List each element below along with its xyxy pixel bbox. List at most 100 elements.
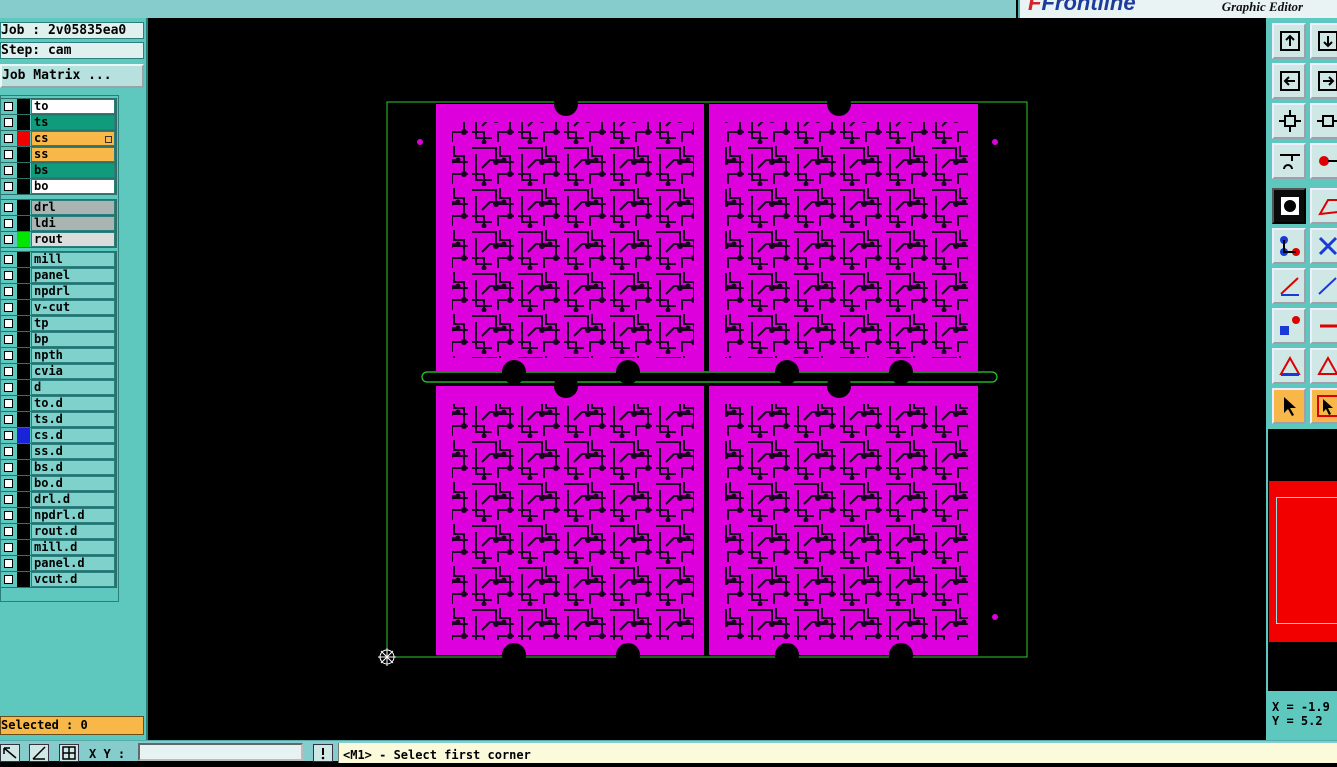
- layer-row-vcut-d[interactable]: vcut.d: [1, 572, 115, 587]
- display-mode-icon[interactable]: [1272, 188, 1306, 224]
- layer-checkbox[interactable]: [4, 134, 13, 143]
- layer-name[interactable]: bp: [31, 332, 115, 347]
- layer-checkbox[interactable]: [4, 399, 13, 408]
- layer-checkbox[interactable]: [4, 118, 13, 127]
- layer-row-mill-d[interactable]: mill.d: [1, 540, 115, 555]
- layer-color-swatch[interactable]: [17, 556, 30, 571]
- connect-icon[interactable]: [1272, 228, 1306, 264]
- layer-name[interactable]: ts: [31, 115, 115, 130]
- layer-color-swatch[interactable]: [17, 508, 30, 523]
- layer-row-bp[interactable]: bp: [1, 332, 115, 347]
- layer-name[interactable]: panel.d: [31, 556, 115, 571]
- dash-icon[interactable]: [1310, 308, 1337, 344]
- layer-checkbox[interactable]: [4, 287, 13, 296]
- layer-row-bs-d[interactable]: bs.d: [1, 460, 115, 475]
- layer-row-bo[interactable]: bo: [1, 179, 115, 194]
- layer-color-swatch[interactable]: [17, 476, 30, 491]
- layer-row-rout-d[interactable]: rout.d: [1, 524, 115, 539]
- angle-tool-icon[interactable]: [29, 744, 49, 762]
- layer-name[interactable]: cs: [31, 131, 115, 146]
- layer-name[interactable]: drl.d: [31, 492, 115, 507]
- layer-name[interactable]: ts.d: [31, 412, 115, 427]
- layer-color-swatch[interactable]: [17, 348, 30, 363]
- layer-color-swatch[interactable]: [17, 252, 30, 267]
- layer-checkbox[interactable]: [4, 543, 13, 552]
- triangle-alt-icon[interactable]: [1310, 348, 1337, 384]
- layer-name[interactable]: bo: [31, 179, 115, 194]
- layer-name[interactable]: bo.d: [31, 476, 115, 491]
- layer-checkbox[interactable]: [4, 415, 13, 424]
- layer-row-npth[interactable]: npth: [1, 348, 115, 363]
- triangle-icon[interactable]: [1272, 348, 1306, 384]
- info-icon[interactable]: [313, 744, 333, 762]
- layer-color-swatch[interactable]: [17, 163, 30, 178]
- layer-name[interactable]: to: [31, 99, 115, 114]
- layer-color-swatch[interactable]: [17, 572, 30, 587]
- layer-checkbox[interactable]: [4, 203, 13, 212]
- layer-name[interactable]: to.d: [31, 396, 115, 411]
- move-left-icon[interactable]: [1272, 63, 1306, 99]
- layer-color-swatch[interactable]: [17, 444, 30, 459]
- pad-select-icon[interactable]: [1272, 308, 1306, 344]
- layer-row-cs-d[interactable]: cs.d: [1, 428, 115, 443]
- layer-checkbox[interactable]: [4, 102, 13, 111]
- layer-row-cvia[interactable]: cvia: [1, 364, 115, 379]
- layer-name[interactable]: ss.d: [31, 444, 115, 459]
- layer-color-swatch[interactable]: [17, 316, 30, 331]
- layer-checkbox[interactable]: [4, 235, 13, 244]
- layer-checkbox[interactable]: [4, 383, 13, 392]
- pointer-icon[interactable]: [1272, 388, 1306, 424]
- corner-tool-icon[interactable]: [0, 744, 20, 762]
- layer-color-swatch[interactable]: [17, 460, 30, 475]
- layer-checkbox[interactable]: [4, 319, 13, 328]
- move-right-icon[interactable]: [1310, 63, 1337, 99]
- layer-row-npdrl-d[interactable]: npdrl.d: [1, 508, 115, 523]
- layer-row-ts[interactable]: ts: [1, 115, 115, 130]
- layer-row-ss-d[interactable]: ss.d: [1, 444, 115, 459]
- layer-color-swatch[interactable]: [17, 99, 30, 114]
- layer-checkbox[interactable]: [4, 351, 13, 360]
- graphic-canvas[interactable]: [148, 18, 1266, 740]
- layer-row-tp[interactable]: tp: [1, 316, 115, 331]
- layer-color-swatch[interactable]: [17, 131, 30, 146]
- layer-name[interactable]: bs.d: [31, 460, 115, 475]
- layer-name[interactable]: npdrl.d: [31, 508, 115, 523]
- layer-checkbox[interactable]: [4, 255, 13, 264]
- layer-row-d[interactable]: d: [1, 380, 115, 395]
- layer-row-rout[interactable]: rout: [1, 232, 115, 247]
- layer-row-v-cut[interactable]: v-cut: [1, 300, 115, 315]
- layer-checkbox[interactable]: [4, 559, 13, 568]
- layer-color-swatch[interactable]: [17, 492, 30, 507]
- layer-name[interactable]: cvia: [31, 364, 115, 379]
- layer-checkbox[interactable]: [4, 219, 13, 228]
- layer-name[interactable]: vcut.d: [31, 572, 115, 587]
- layer-color-swatch[interactable]: [17, 396, 30, 411]
- layer-row-drl[interactable]: drl: [1, 200, 115, 215]
- xy-input[interactable]: [138, 743, 303, 761]
- layer-name[interactable]: ss: [31, 147, 115, 162]
- layer-color-swatch[interactable]: [17, 524, 30, 539]
- layer-row-bo-d[interactable]: bo.d: [1, 476, 115, 491]
- move-up-icon[interactable]: [1272, 23, 1306, 59]
- layer-name[interactable]: tp: [31, 316, 115, 331]
- layer-row-cs[interactable]: cs: [1, 131, 115, 146]
- layer-name[interactable]: cs.d: [31, 428, 115, 443]
- layer-color-swatch[interactable]: [17, 147, 30, 162]
- layer-row-to[interactable]: to: [1, 99, 115, 114]
- layer-color-swatch[interactable]: [17, 380, 30, 395]
- layer-color-swatch[interactable]: [17, 179, 30, 194]
- zoom-home-icon[interactable]: [1310, 103, 1337, 139]
- layer-row-mill[interactable]: mill: [1, 252, 115, 267]
- layer-name[interactable]: mill: [31, 252, 115, 267]
- layer-checkbox[interactable]: [4, 150, 13, 159]
- layer-name[interactable]: rout: [31, 232, 115, 247]
- layer-row-drl-d[interactable]: drl.d: [1, 492, 115, 507]
- layer-checkbox[interactable]: [4, 527, 13, 536]
- layer-name[interactable]: bs: [31, 163, 115, 178]
- layer-name[interactable]: drl: [31, 200, 115, 215]
- layer-checkbox[interactable]: [4, 447, 13, 456]
- layer-checkbox[interactable]: [4, 303, 13, 312]
- layer-checkbox[interactable]: [4, 575, 13, 584]
- layer-row-bs[interactable]: bs: [1, 163, 115, 178]
- layer-color-swatch[interactable]: [17, 412, 30, 427]
